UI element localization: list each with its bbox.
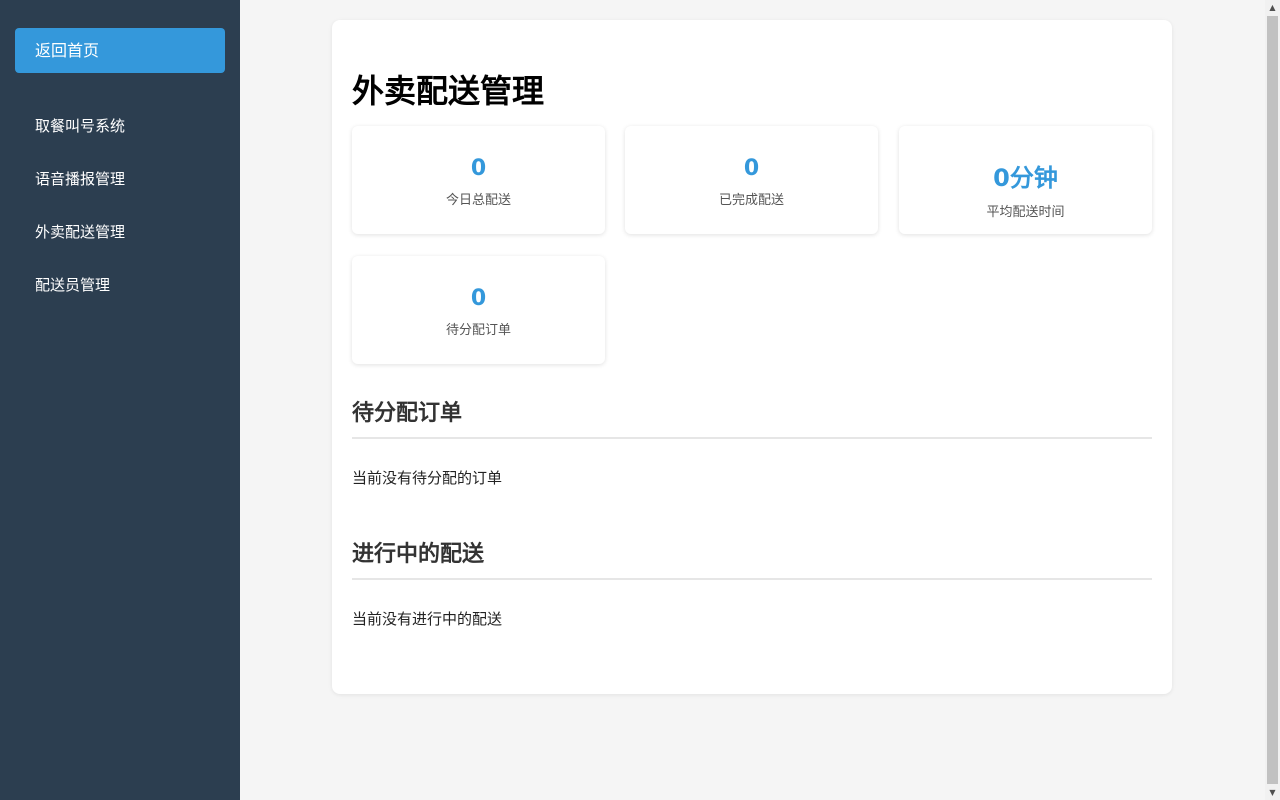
sidebar-item-voice-broadcast[interactable]: 语音播报管理 — [0, 153, 240, 206]
scroll-down-icon[interactable]: ▼ — [1265, 785, 1280, 800]
stat-value: 0 — [743, 156, 760, 181]
scroll-up-icon[interactable]: ▲ — [1265, 0, 1280, 15]
stat-label: 已完成配送 — [718, 193, 784, 208]
section-title-active-deliveries: 进行中的配送 — [352, 536, 1152, 580]
sidebar-item-delivery-management[interactable]: 外卖配送管理 — [0, 206, 240, 259]
sidebar-item-courier-management[interactable]: 配送员管理 — [0, 259, 240, 312]
stat-label: 平均配送时间 — [986, 205, 1065, 220]
stat-card-pending: 0 待分配订单 — [352, 256, 605, 364]
empty-active-deliveries: 当前没有进行中的配送 — [352, 610, 503, 628]
empty-pending-orders: 当前没有待分配的订单 — [352, 469, 503, 487]
stat-label: 今日总配送 — [445, 193, 511, 208]
stat-card-completed: 0 已完成配送 — [625, 126, 878, 234]
stat-value: 0 — [470, 156, 487, 181]
stat-label: 待分配订单 — [445, 323, 511, 338]
vertical-scrollbar[interactable]: ▲ ▼ — [1265, 0, 1280, 800]
page-title: 外卖配送管理 — [352, 72, 545, 110]
sidebar-item-pickup-calling[interactable]: 取餐叫号系统 — [0, 100, 240, 153]
stat-card-total-today: 0 今日总配送 — [352, 126, 605, 234]
stat-value: 0 — [470, 286, 487, 311]
delivery-panel: 外卖配送管理 0 今日总配送 0 已完成配送 0分钟 平均配送时间 0 待分配订… — [332, 20, 1172, 694]
stat-card-avg-time: 0分钟 平均配送时间 — [899, 126, 1152, 234]
back-home-button[interactable]: 返回首页 — [15, 28, 225, 73]
section-title-pending-orders: 待分配订单 — [352, 395, 1152, 439]
stat-value: 0分钟 — [993, 164, 1058, 192]
sidebar-nav: 取餐叫号系统 语音播报管理 外卖配送管理 配送员管理 — [0, 100, 240, 312]
sidebar: 返回首页 取餐叫号系统 语音播报管理 外卖配送管理 配送员管理 — [0, 0, 240, 800]
main-area: 外卖配送管理 0 今日总配送 0 已完成配送 0分钟 平均配送时间 0 待分配订… — [240, 0, 1265, 800]
scroll-thumb[interactable] — [1267, 16, 1278, 784]
